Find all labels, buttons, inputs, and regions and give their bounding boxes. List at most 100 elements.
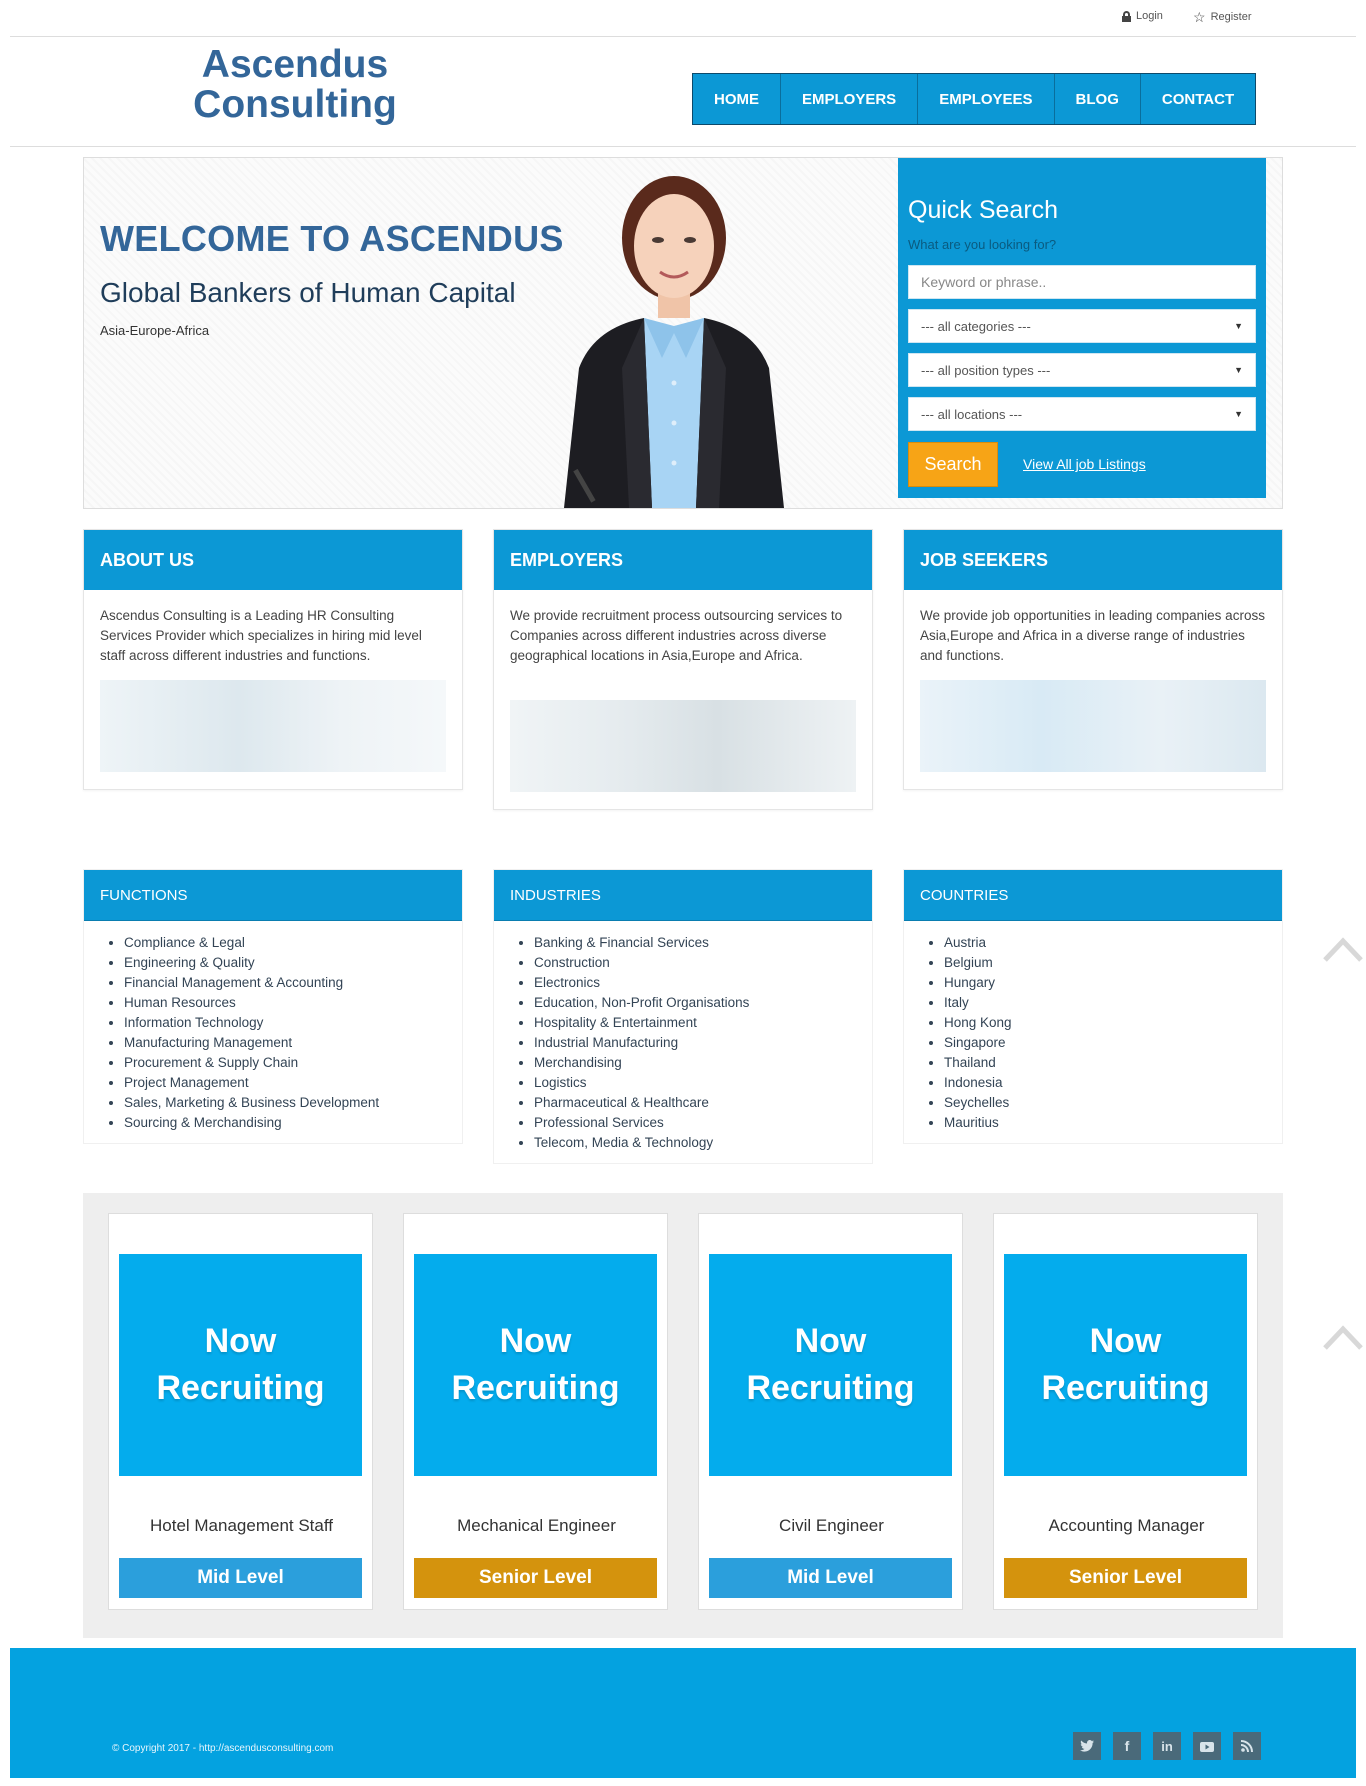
industries-list-item[interactable]: Construction (534, 953, 872, 973)
scroll-up-button[interactable] (1322, 935, 1364, 963)
functions-list-item[interactable]: Financial Management & Accounting (124, 973, 462, 993)
nav-contact[interactable]: CONTACT (1141, 74, 1255, 124)
industries-list-item[interactable]: Banking & Financial Services (534, 933, 872, 953)
position-type-value: --- all position types --- (921, 362, 1051, 378)
banner-line-2: Recruiting (451, 1369, 620, 1407)
star-icon: ☆ (1193, 9, 1206, 25)
industries-list-item[interactable]: Logistics (534, 1073, 872, 1093)
job-level-badge[interactable]: Senior Level (414, 1558, 657, 1598)
now-recruiting-banner: Now Recruiting (1004, 1254, 1247, 1476)
keyword-input[interactable]: Keyword or phrase.. (908, 265, 1256, 299)
copyright-text: © Copyright 2017 - http://ascendusconsul… (112, 1743, 334, 1754)
functions-list-item[interactable]: Procurement & Supply Chain (124, 1053, 462, 1073)
linkedin-icon[interactable]: in (1153, 1732, 1181, 1760)
functions-list-item[interactable]: Sales, Marketing & Business Development (124, 1093, 462, 1113)
now-recruiting-banner: Now Recruiting (119, 1254, 362, 1476)
functions-list-item[interactable]: Engineering & Quality (124, 953, 462, 973)
job-level-badge[interactable]: Mid Level (709, 1558, 952, 1598)
nav-home[interactable]: HOME (693, 74, 781, 124)
industries-list-item[interactable]: Merchandising (534, 1053, 872, 1073)
register-link[interactable]: ☆ Register (1193, 10, 1252, 24)
rss-icon[interactable] (1233, 1732, 1261, 1760)
functions-list-item[interactable]: Compliance & Legal (124, 933, 462, 953)
countries-list: AustriaBelgiumHungaryItalyHong KongSinga… (904, 921, 1282, 1143)
functions-list-item[interactable]: Sourcing & Merchandising (124, 1113, 462, 1133)
panel-title: ABOUT US (84, 530, 462, 590)
industries-list-item[interactable]: Telecom, Media & Technology (534, 1133, 872, 1153)
search-button[interactable]: Search (908, 442, 998, 487)
functions-list-item[interactable]: Information Technology (124, 1013, 462, 1033)
banner-line-1: Now (1089, 1322, 1162, 1360)
employers-panel: EMPLOYERS We provide recruitment process… (493, 529, 873, 810)
register-label: Register (1210, 11, 1252, 23)
nav-employees[interactable]: EMPLOYEES (918, 74, 1055, 124)
quick-search-panel: Quick Search What are you looking for? K… (898, 158, 1266, 498)
countries-list-item[interactable]: Singapore (944, 1033, 1282, 1053)
position-type-select[interactable]: --- all position types --- ▼ (908, 353, 1256, 387)
industries-title: INDUSTRIES (494, 870, 872, 921)
top-bar: Login ☆ Register (10, 0, 1356, 37)
logo-line-1: Ascendus (201, 43, 389, 86)
banner-line-2: Recruiting (156, 1369, 325, 1407)
industries-list-item[interactable]: Pharmaceutical & Healthcare (534, 1093, 872, 1113)
panel-text: We provide job opportunities in leading … (920, 608, 1265, 663)
job-level-badge[interactable]: Senior Level (1004, 1558, 1247, 1598)
countries-list-item[interactable]: Austria (944, 933, 1282, 953)
youtube-icon[interactable] (1193, 1732, 1221, 1760)
industries-list-item[interactable]: Professional Services (534, 1113, 872, 1133)
site-logo[interactable]: Ascendus Consulting (170, 45, 420, 125)
countries-list-item[interactable]: Hong Kong (944, 1013, 1282, 1033)
functions-list: Compliance & LegalEngineering & QualityF… (84, 921, 462, 1143)
login-label: Login (1136, 10, 1163, 22)
functions-title: FUNCTIONS (84, 870, 462, 921)
job-card[interactable]: Now Recruiting Mechanical Engineer Senio… (403, 1213, 668, 1610)
now-recruiting-banner: Now Recruiting (414, 1254, 657, 1476)
functions-panel: FUNCTIONS Compliance & LegalEngineering … (83, 869, 463, 1144)
job-title[interactable]: Mechanical Engineer (404, 1516, 669, 1536)
nav-employers[interactable]: EMPLOYERS (781, 74, 919, 124)
industries-list-item[interactable]: Industrial Manufacturing (534, 1033, 872, 1053)
location-select[interactable]: --- all locations --- ▼ (908, 397, 1256, 431)
job-card[interactable]: Now Recruiting Accounting Manager Senior… (993, 1213, 1258, 1610)
panel-title: EMPLOYERS (494, 530, 872, 590)
now-recruiting-banner: Now Recruiting (709, 1254, 952, 1476)
job-title[interactable]: Civil Engineer (699, 1516, 964, 1536)
industries-list-item[interactable]: Electronics (534, 973, 872, 993)
facebook-icon[interactable]: f (1113, 1732, 1141, 1760)
functions-list-item[interactable]: Manufacturing Management (124, 1033, 462, 1053)
countries-list-item[interactable]: Indonesia (944, 1073, 1282, 1093)
login-link[interactable]: Login (1122, 10, 1163, 22)
view-all-jobs-link[interactable]: View All job Listings (1023, 456, 1146, 472)
countries-list-item[interactable]: Mauritius (944, 1113, 1282, 1133)
location-value: --- all locations --- (921, 406, 1023, 422)
nav-blog[interactable]: BLOG (1055, 74, 1141, 124)
twitter-icon[interactable] (1073, 1732, 1101, 1760)
chevron-down-icon: ▼ (1234, 321, 1243, 331)
chevron-up-icon (1323, 937, 1363, 962)
functions-list-item[interactable]: Human Resources (124, 993, 462, 1013)
countries-list-item[interactable]: Belgium (944, 953, 1282, 973)
job-title[interactable]: Hotel Management Staff (109, 1516, 374, 1536)
job-level-badge[interactable]: Mid Level (119, 1558, 362, 1598)
countries-list-item[interactable]: Seychelles (944, 1093, 1282, 1113)
job-seekers-panel: JOB SEEKERS We provide job opportunities… (903, 529, 1283, 790)
industries-panel: INDUSTRIES Banking & Financial ServicesC… (493, 869, 873, 1164)
banner-line-1: Now (794, 1322, 867, 1360)
countries-list-item[interactable]: Thailand (944, 1053, 1282, 1073)
banner-line-1: Now (204, 1322, 277, 1360)
category-select[interactable]: --- all categories --- ▼ (908, 309, 1256, 343)
header-divider (10, 146, 1356, 147)
chevron-down-icon: ▼ (1234, 365, 1243, 375)
countries-list-item[interactable]: Hungary (944, 973, 1282, 993)
job-seekers-image (920, 680, 1266, 772)
chevron-up-icon (1323, 1325, 1363, 1350)
industries-list-item[interactable]: Education, Non-Profit Organisations (534, 993, 872, 1013)
scroll-up-button[interactable] (1322, 1323, 1364, 1351)
job-title[interactable]: Accounting Manager (994, 1516, 1259, 1536)
industries-list-item[interactable]: Hospitality & Entertainment (534, 1013, 872, 1033)
job-card[interactable]: Now Recruiting Civil Engineer Mid Level (698, 1213, 963, 1610)
job-card[interactable]: Now Recruiting Hotel Management Staff Mi… (108, 1213, 373, 1610)
functions-list-item[interactable]: Project Management (124, 1073, 462, 1093)
countries-list-item[interactable]: Italy (944, 993, 1282, 1013)
quick-search-title: Quick Search (908, 196, 1059, 224)
